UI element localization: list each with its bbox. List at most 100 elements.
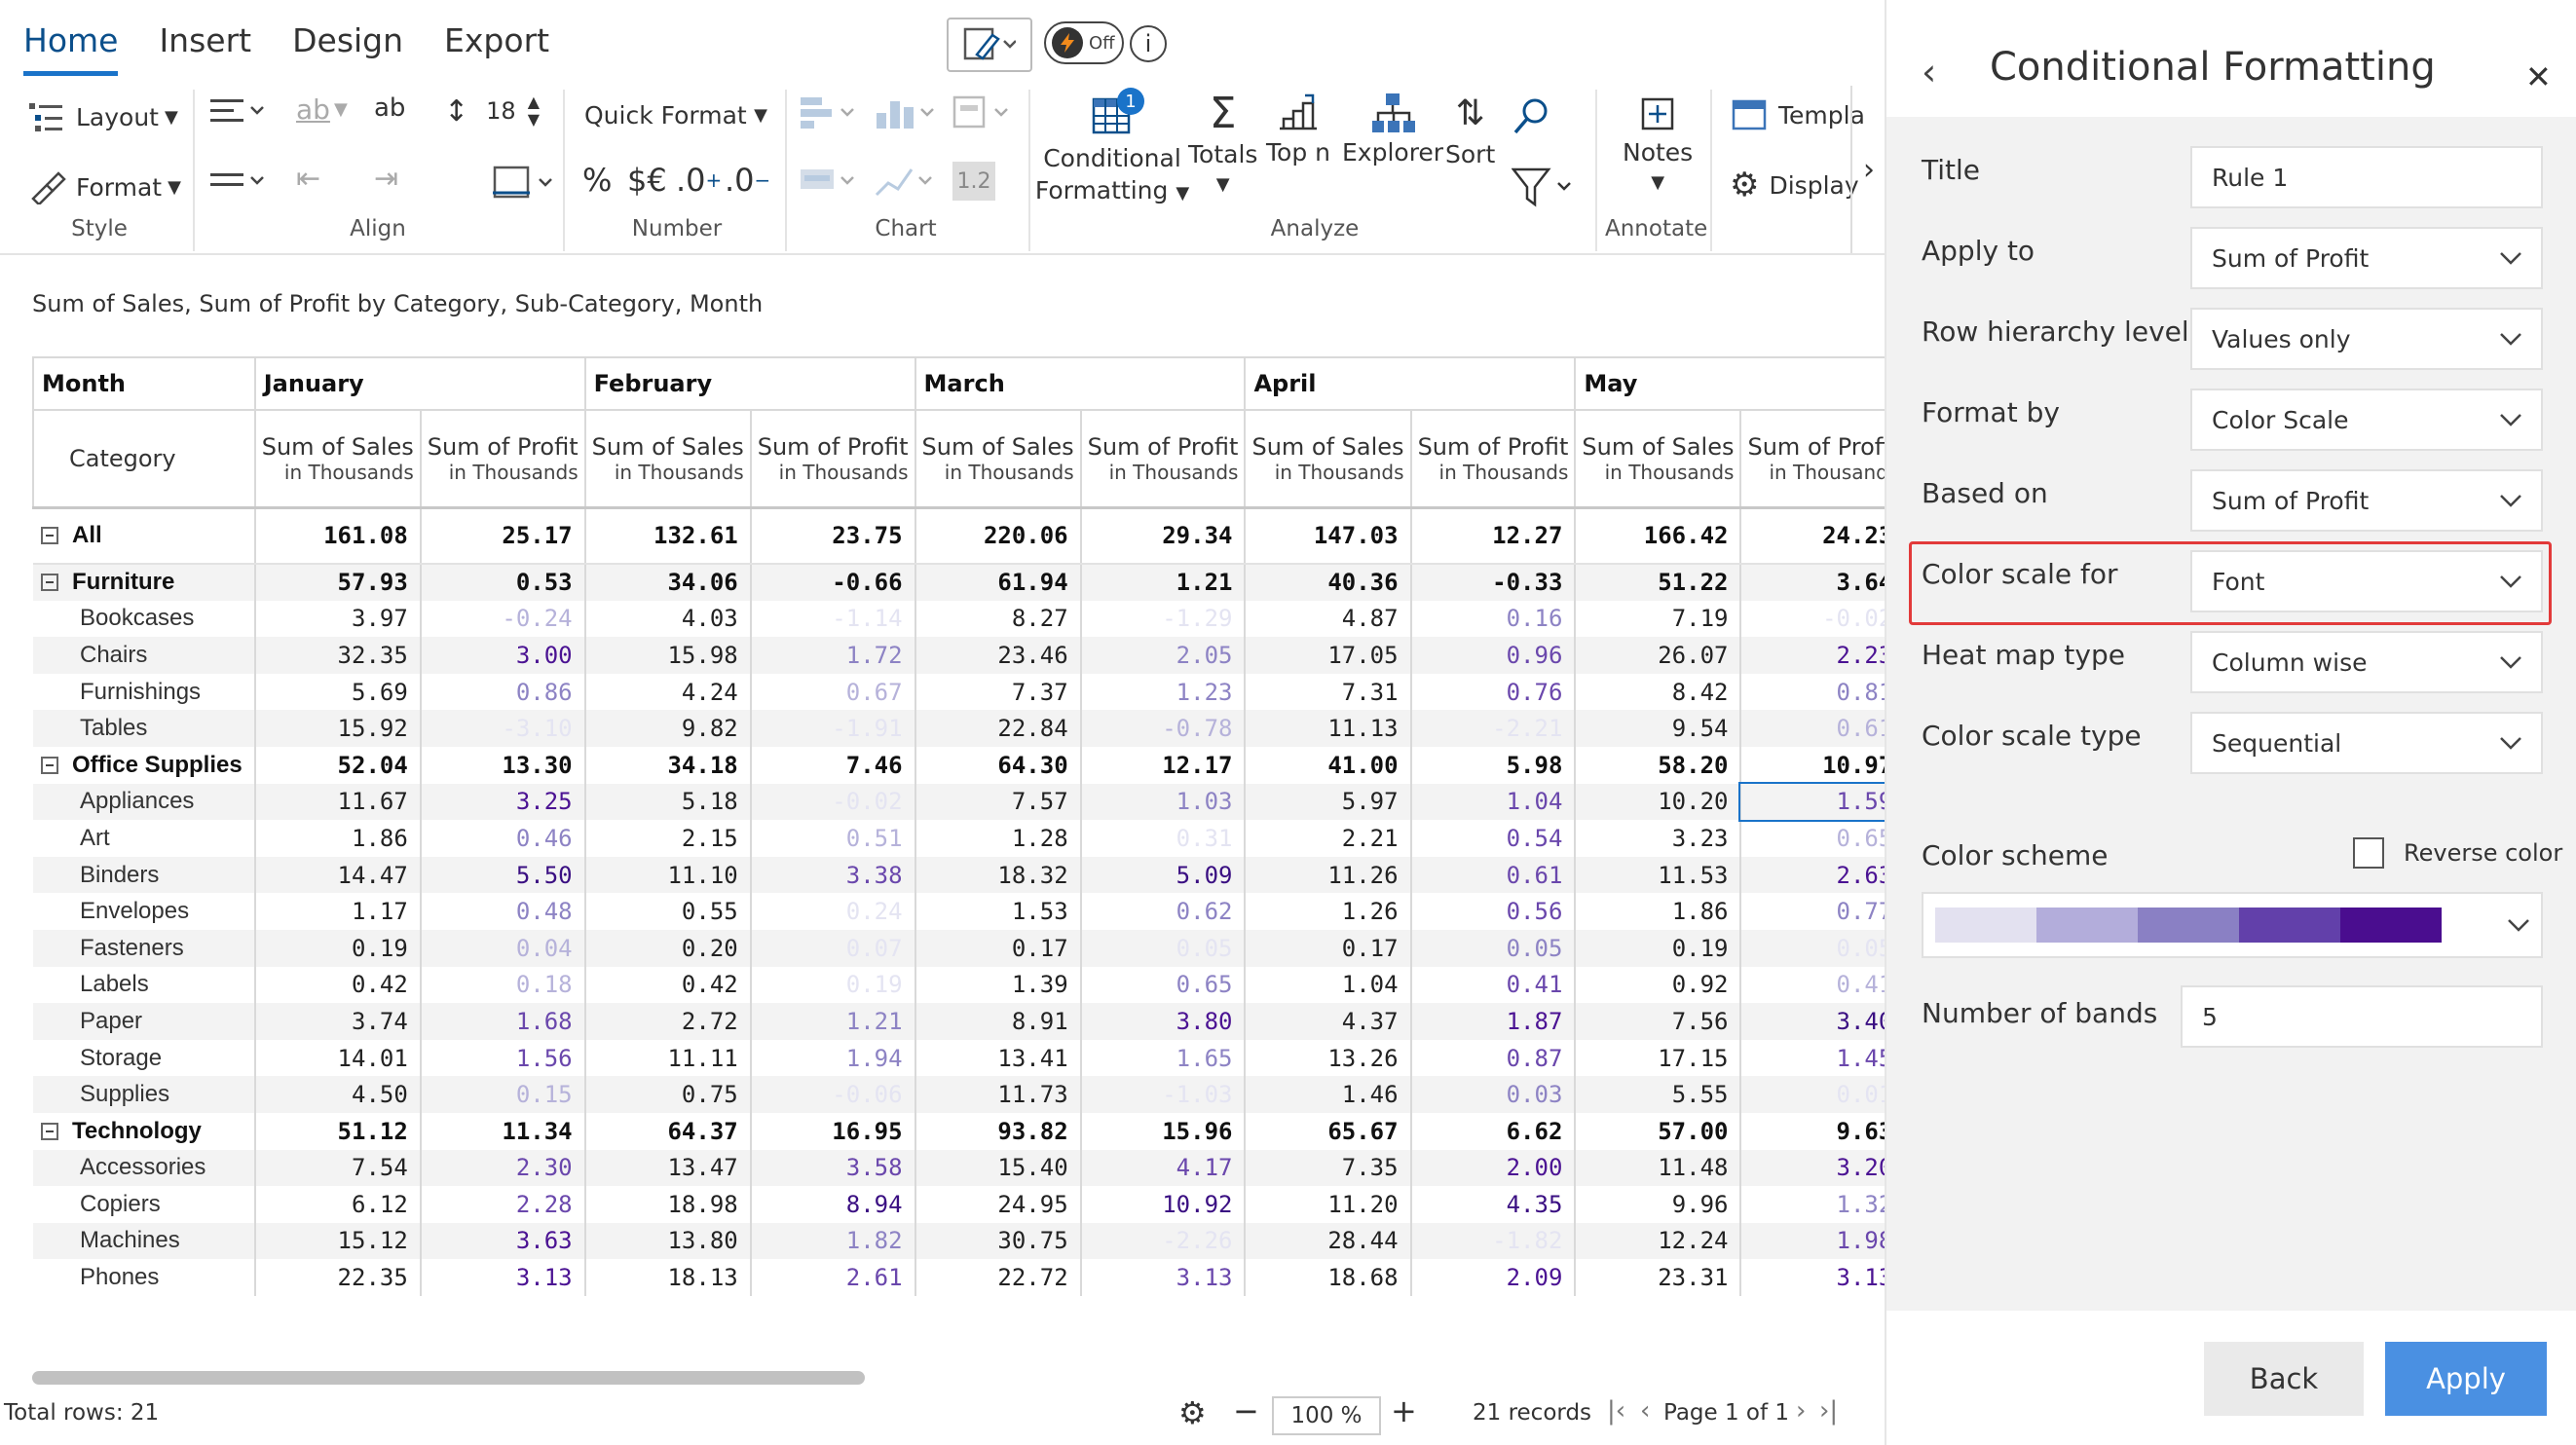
profit-cell[interactable]: 0.31 — [1080, 820, 1247, 857]
apply-button[interactable]: Apply — [2385, 1342, 2547, 1416]
measure-header[interactable]: Sum of Sales in Thousands — [914, 409, 1082, 508]
sales-cell[interactable]: 1.17 — [254, 893, 422, 930]
profit-cell[interactable]: 0.05 — [1080, 929, 1247, 967]
info-icon[interactable]: i — [1130, 25, 1167, 62]
month-header[interactable]: February — [583, 356, 916, 411]
sales-cell[interactable]: 0.42 — [254, 966, 422, 1004]
sales-cell[interactable]: 22.72 — [915, 1259, 1082, 1296]
row-label[interactable]: Furniture — [33, 564, 256, 601]
profit-cell[interactable]: 13.30 — [420, 746, 586, 784]
ribbon-scroll-right[interactable]: › — [1850, 86, 1885, 253]
sales-cell[interactable]: 9.82 — [584, 710, 752, 747]
sales-cell[interactable]: 7.31 — [1245, 673, 1412, 711]
profit-cell[interactable]: 0.48 — [420, 893, 586, 930]
profit-cell[interactable]: 10.97 — [1740, 746, 1885, 784]
profit-cell[interactable]: -1.29 — [1080, 600, 1247, 638]
profit-cell[interactable]: 2.23 — [1740, 637, 1885, 674]
back-arrow-icon[interactable]: ‹ — [1922, 51, 1936, 93]
sales-cell[interactable]: 7.54 — [254, 1149, 422, 1187]
sales-cell[interactable]: 23.46 — [915, 637, 1082, 674]
sales-cell[interactable]: 8.91 — [915, 1003, 1082, 1040]
field-dropdown[interactable]: Sum of Profit — [2190, 227, 2543, 289]
profit-cell[interactable]: 0.96 — [1410, 637, 1577, 674]
month-header[interactable]: January — [253, 356, 586, 411]
first-page-icon[interactable]: |‹ — [1607, 1396, 1625, 1426]
sales-cell[interactable]: 32.35 — [254, 637, 422, 674]
sales-cell[interactable]: 40.36 — [1245, 564, 1412, 601]
profit-cell[interactable]: 7.46 — [750, 746, 916, 784]
sales-cell[interactable]: 0.19 — [254, 929, 422, 967]
sales-cell[interactable]: 26.07 — [1575, 637, 1742, 674]
measure-header[interactable]: Sum of Sales in Thousands — [583, 409, 752, 508]
close-icon[interactable]: ✕ — [2525, 58, 2552, 95]
field-input[interactable]: Rule 1 — [2190, 146, 2543, 208]
profit-cell[interactable]: -0.78 — [1080, 710, 1247, 747]
sales-cell[interactable]: 30.75 — [915, 1222, 1082, 1260]
zoom-out-button[interactable]: − — [1233, 1392, 1259, 1429]
sales-cell[interactable]: 13.41 — [915, 1039, 1082, 1077]
measure-header[interactable]: Sum of Profitin Thousands — [1409, 409, 1577, 508]
sales-cell[interactable]: 166.42 — [1575, 505, 1742, 565]
measure-header[interactable]: Sum of Sales in Thousands — [1574, 409, 1742, 508]
sales-cell[interactable]: 3.74 — [254, 1003, 422, 1040]
sales-cell[interactable]: 17.05 — [1245, 637, 1412, 674]
tab-export[interactable]: Export — [444, 21, 549, 76]
filter-button[interactable] — [1512, 166, 1576, 208]
sales-cell[interactable]: 7.37 — [915, 673, 1082, 711]
profit-cell[interactable]: 8.94 — [750, 1186, 916, 1223]
profit-cell[interactable]: 0.65 — [1740, 820, 1885, 857]
profit-cell[interactable]: -1.14 — [750, 600, 916, 638]
sales-cell[interactable]: 147.03 — [1245, 505, 1412, 565]
collapse-icon[interactable] — [41, 756, 58, 774]
profit-cell[interactable]: 0.07 — [750, 929, 916, 967]
sales-cell[interactable]: 11.10 — [584, 856, 752, 894]
profit-cell[interactable]: 2.05 — [1080, 637, 1247, 674]
row-height-button[interactable]: ↕ 18 ▲ ▼ — [444, 93, 540, 129]
sales-cell[interactable]: 11.11 — [584, 1039, 752, 1077]
profit-cell[interactable]: 0.04 — [420, 929, 586, 967]
profit-cell[interactable]: 2.63 — [1740, 856, 1885, 894]
sales-cell[interactable]: 14.47 — [254, 856, 422, 894]
sales-cell[interactable]: 1.86 — [1575, 893, 1742, 930]
indent-button[interactable]: ⇥ — [374, 162, 398, 196]
sales-cell[interactable]: 4.24 — [584, 673, 752, 711]
profit-cell[interactable]: 0.77 — [1740, 893, 1885, 930]
tab-insert[interactable]: Insert — [159, 21, 251, 76]
profit-cell[interactable]: -2.21 — [1410, 710, 1577, 747]
profit-cell[interactable]: 1.87 — [1410, 1003, 1577, 1040]
profit-cell[interactable]: -0.33 — [1410, 564, 1577, 601]
tab-design[interactable]: Design — [292, 21, 403, 76]
sales-cell[interactable]: 11.67 — [254, 783, 422, 821]
wrap-text-button[interactable]: ab — [374, 93, 405, 123]
profit-cell[interactable]: -3.10 — [420, 710, 586, 747]
profit-cell[interactable]: 0.03 — [1410, 1076, 1577, 1113]
sales-cell[interactable]: 1.26 — [1245, 893, 1412, 930]
topn-button[interactable]: Top n — [1266, 92, 1330, 167]
profit-cell[interactable]: 0.86 — [420, 673, 586, 711]
bar-chart-button[interactable] — [799, 93, 863, 132]
measure-header[interactable]: Sum of Profitin Thousands — [419, 409, 586, 508]
profit-cell[interactable]: 29.34 — [1080, 505, 1247, 565]
sales-cell[interactable]: 7.56 — [1575, 1003, 1742, 1040]
sales-cell[interactable]: 18.98 — [584, 1186, 752, 1223]
profit-cell[interactable]: 2.28 — [420, 1186, 586, 1223]
sales-cell[interactable]: 11.48 — [1575, 1149, 1742, 1187]
profit-cell[interactable]: 2.61 — [750, 1259, 916, 1296]
profit-cell[interactable]: 3.80 — [1080, 1003, 1247, 1040]
sales-cell[interactable]: 13.47 — [584, 1149, 752, 1187]
layout-button[interactable]: Layout ▼ — [27, 99, 178, 134]
profit-cell[interactable]: 12.27 — [1410, 505, 1577, 565]
sales-cell[interactable]: 15.98 — [584, 637, 752, 674]
profit-cell[interactable]: 3.00 — [420, 637, 586, 674]
notes-button[interactable]: Notes ▼ — [1623, 92, 1693, 193]
profit-cell[interactable]: 1.68 — [420, 1003, 586, 1040]
collapse-icon[interactable] — [41, 527, 58, 545]
sales-cell[interactable]: 11.13 — [1245, 710, 1412, 747]
sales-cell[interactable]: 5.69 — [254, 673, 422, 711]
profit-cell[interactable]: 0.81 — [1740, 673, 1885, 711]
sales-cell[interactable]: 64.30 — [915, 746, 1082, 784]
sales-cell[interactable]: 3.97 — [254, 600, 422, 638]
profit-cell[interactable]: 0.18 — [420, 966, 586, 1004]
profit-cell[interactable]: 1.21 — [1080, 564, 1247, 601]
profit-cell[interactable]: 1.82 — [750, 1222, 916, 1260]
